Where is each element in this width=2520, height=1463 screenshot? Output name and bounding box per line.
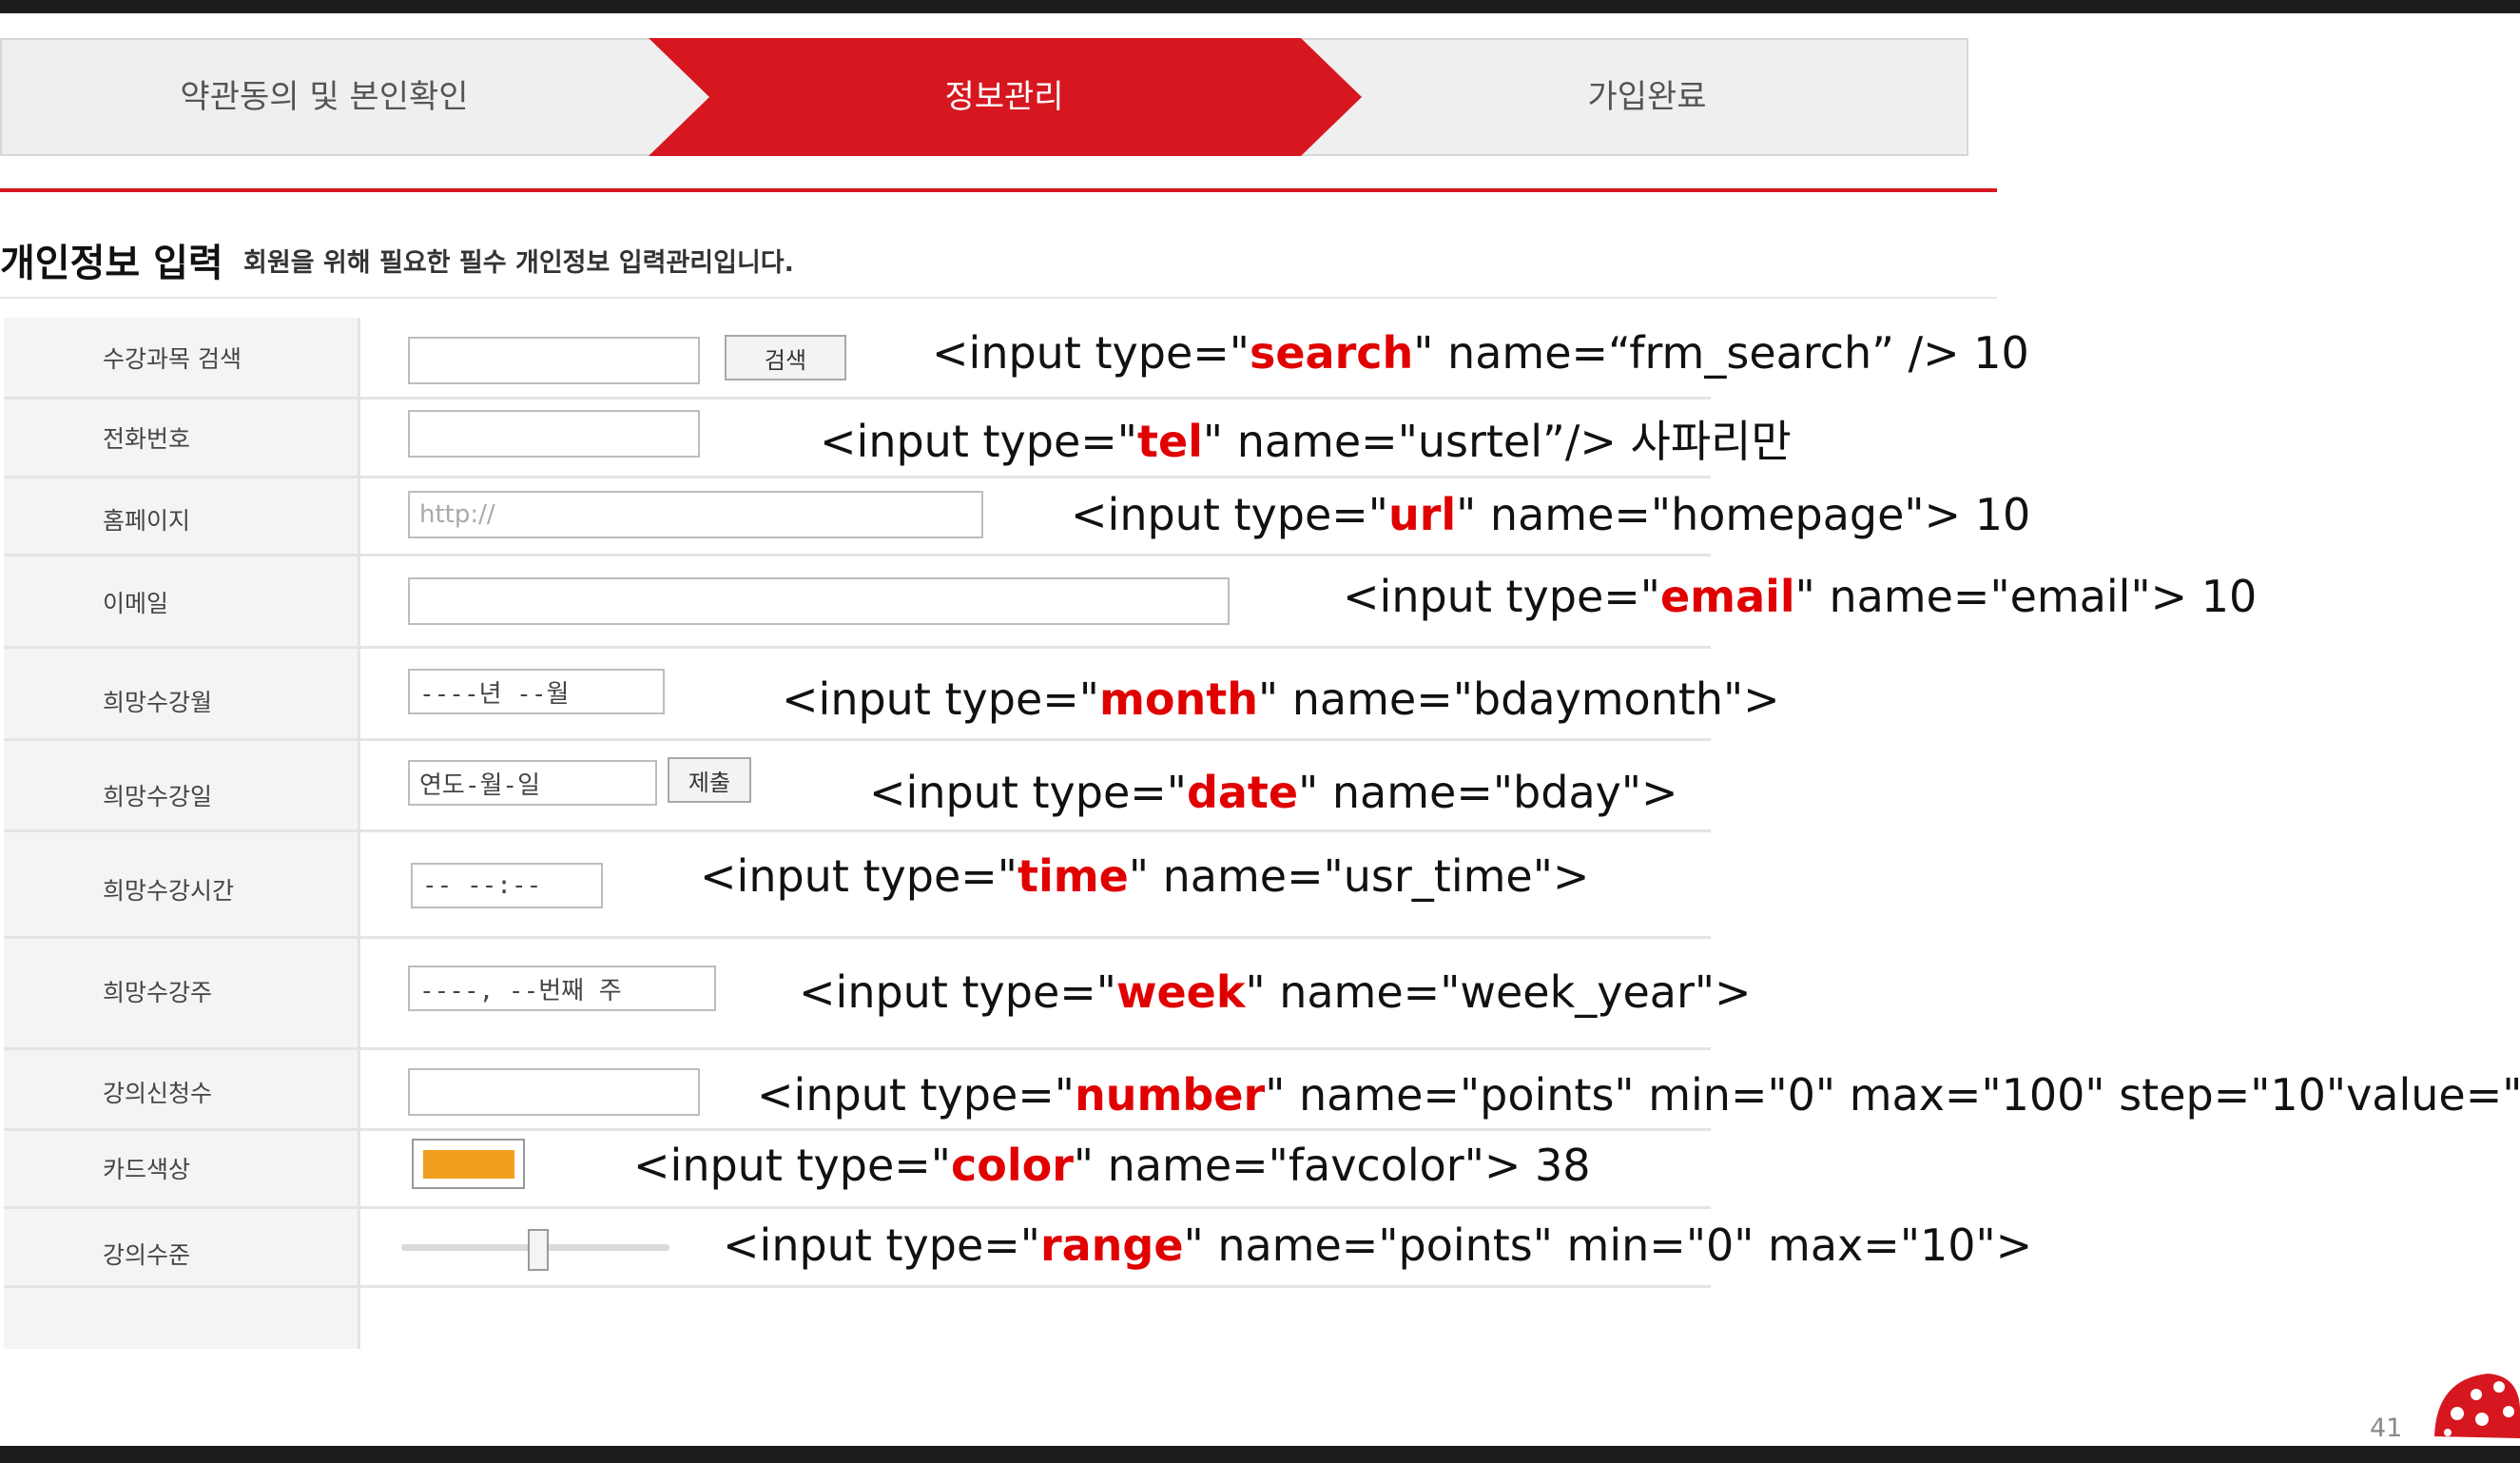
code-number: <input type="number" name="points" min="… bbox=[757, 1069, 2520, 1121]
step-3-label[interactable]: 가입완료 bbox=[1362, 38, 1932, 156]
page-number: 41 bbox=[2370, 1414, 2403, 1443]
row-divider bbox=[4, 397, 1711, 400]
section-title: 개인정보 입력 bbox=[0, 242, 223, 285]
table-top-border bbox=[0, 297, 1997, 299]
label-range: 강의수준 bbox=[103, 1241, 191, 1269]
email-input[interactable] bbox=[408, 577, 1230, 625]
code-range: <input type="range" name="points" min="0… bbox=[723, 1219, 2033, 1271]
search-button[interactable]: 검색 bbox=[725, 335, 846, 380]
row-divider bbox=[4, 1206, 1711, 1209]
tel-input[interactable] bbox=[408, 410, 700, 458]
code-search: <input type="search" name=“frm_search” /… bbox=[932, 327, 2029, 379]
row-divider bbox=[4, 646, 1711, 649]
row-divider bbox=[4, 829, 1711, 832]
color-swatch bbox=[423, 1150, 514, 1179]
row-divider bbox=[4, 936, 1711, 939]
range-slider-thumb[interactable] bbox=[528, 1229, 549, 1271]
code-week: <input type="week" name="week_year"> bbox=[799, 966, 1752, 1018]
column-divider bbox=[358, 318, 360, 1349]
label-color: 카드색상 bbox=[103, 1156, 191, 1183]
code-url: <input type="url" name="homepage"> 10 bbox=[1071, 489, 2031, 540]
code-email: <input type="email" name="email"> 10 bbox=[1343, 571, 2258, 622]
label-homepage: 홈페이지 bbox=[103, 507, 191, 535]
color-picker[interactable] bbox=[412, 1139, 525, 1189]
time-input[interactable]: -- --:-- bbox=[411, 863, 603, 908]
mushroom-mascot-icon bbox=[2434, 1374, 2520, 1438]
section-description: 회원을 위해 필요한 필수 개인정보 입력관리입니다. bbox=[243, 248, 794, 278]
section-divider bbox=[0, 188, 1997, 192]
label-number: 강의신청수 bbox=[103, 1080, 213, 1107]
date-input[interactable]: 연도-월-일 bbox=[408, 760, 657, 806]
label-time: 희망수강시간 bbox=[103, 877, 235, 905]
row-divider bbox=[4, 476, 1711, 478]
step-navigation: 약관동의 및 본인확인 정보관리 가입완료 bbox=[0, 38, 1968, 156]
submit-button[interactable]: 제출 bbox=[668, 757, 751, 803]
code-date: <input type="date" name="bday"> bbox=[869, 767, 1678, 818]
label-phone: 전화번호 bbox=[103, 425, 191, 453]
row-divider bbox=[4, 1285, 1711, 1288]
row-divider bbox=[4, 1128, 1711, 1131]
code-time: <input type="time" name="usr_time"> bbox=[700, 850, 1590, 902]
label-email: 이메일 bbox=[103, 590, 169, 617]
row-divider bbox=[4, 554, 1711, 556]
number-input[interactable] bbox=[408, 1068, 700, 1116]
label-column bbox=[4, 318, 358, 1349]
month-input[interactable]: ----년 --월 bbox=[408, 669, 665, 714]
search-input[interactable] bbox=[408, 337, 700, 384]
code-tel: <input type="tel" name="usrtel”/> 사파리만 bbox=[820, 416, 1792, 467]
label-month: 희망수강월 bbox=[103, 689, 213, 716]
step-1-label[interactable]: 약관동의 및 본인확인 bbox=[0, 38, 649, 156]
label-date: 희망수강일 bbox=[103, 783, 213, 810]
top-bar bbox=[0, 0, 2520, 13]
row-divider bbox=[4, 738, 1711, 741]
code-month: <input type="month" name="bdaymonth"> bbox=[782, 673, 1780, 725]
row-divider bbox=[4, 1047, 1711, 1050]
label-week: 희망수강주 bbox=[103, 979, 213, 1006]
bottom-bar bbox=[0, 1446, 2520, 1463]
url-input[interactable]: http:// bbox=[408, 491, 983, 538]
label-course-search: 수강과목 검색 bbox=[103, 345, 242, 373]
week-input[interactable]: ----, --번째 주 bbox=[408, 966, 716, 1011]
code-color: <input type="color" name="favcolor"> 38 bbox=[633, 1140, 1591, 1191]
step-2-label[interactable]: 정보관리 bbox=[709, 38, 1299, 156]
